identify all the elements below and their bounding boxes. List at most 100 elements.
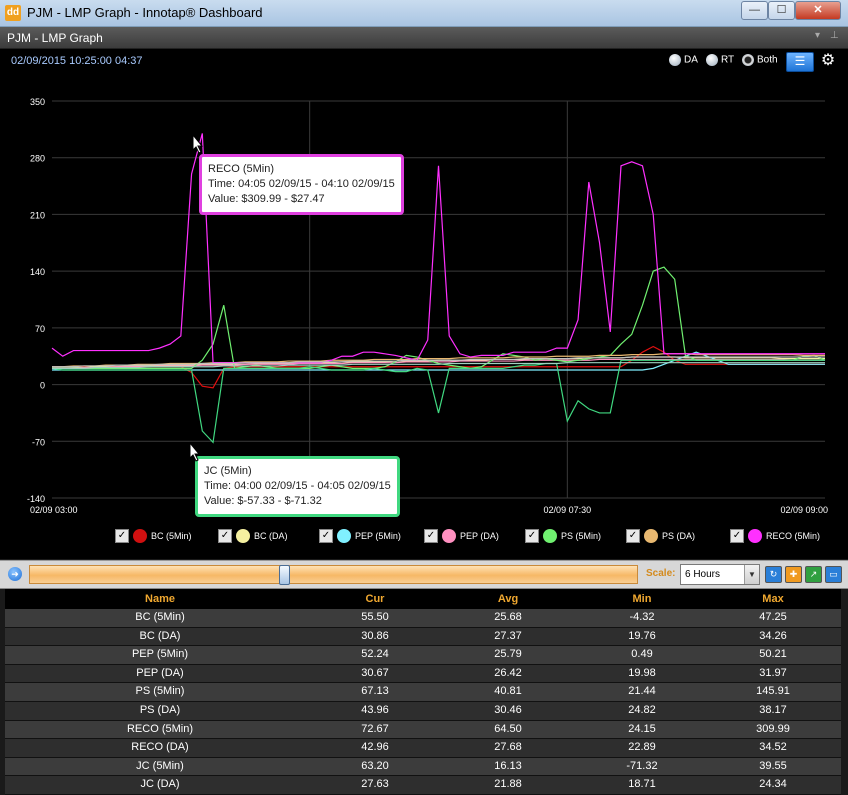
close-button[interactable]: ✕ xyxy=(795,1,841,20)
table-cell: -4.32 xyxy=(629,611,655,623)
legend-checkbox[interactable]: ✓ xyxy=(218,529,232,543)
timestamp-label: 02/09/2015 10:25:00 04:37 xyxy=(11,55,143,67)
table-cell: 145.91 xyxy=(756,685,790,698)
legend-item[interactable]: ✓ RECO (5Min) xyxy=(730,529,820,545)
column-header[interactable]: Avg xyxy=(443,593,573,605)
radio-da[interactable]: DA xyxy=(669,54,698,68)
legend-item[interactable]: ✓ PEP (DA) xyxy=(424,529,499,545)
y-tick-label: 70 xyxy=(35,324,45,334)
zoom-icon: ✚ xyxy=(789,569,798,579)
tooltip-jc: JC (5Min) Time: 04:00 02/09/15 - 04:05 0… xyxy=(195,456,400,517)
y-tick-label: 350 xyxy=(30,97,45,107)
table-row[interactable]: PS (DA) 43.96 30.46 24.82 38.17 xyxy=(5,701,841,721)
column-header[interactable]: Max xyxy=(705,593,841,605)
legend-item[interactable]: ✓ PS (DA) xyxy=(626,529,695,545)
x-tick-label: 02/09 03:00 xyxy=(30,505,78,515)
table-cell: 24.34 xyxy=(759,778,787,791)
table-cell: PEP (DA) xyxy=(136,666,184,679)
lmp-line-chart: 350 280 210 140 70 0 -70 -14002/09 03:00 02/09 0… xyxy=(27,97,828,515)
radio-both-dot[interactable] xyxy=(742,54,754,66)
zoom-button[interactable]: ✚ xyxy=(785,566,802,583)
table-row[interactable]: JC (DA) 27.63 21.88 18.71 24.34 xyxy=(5,776,841,795)
table-cell: 19.76 xyxy=(628,629,656,642)
legend-checkbox[interactable]: ✓ xyxy=(424,529,438,543)
table-cell: -71.32 xyxy=(626,759,658,772)
monitor-icon: ▭ xyxy=(829,569,838,579)
table-row[interactable]: BC (5Min) 55.50 25.68 -4.32 47.25 xyxy=(5,609,841,628)
column-header[interactable]: Cur xyxy=(305,593,445,605)
legend-checkbox[interactable]: ✓ xyxy=(730,529,744,543)
table-cell: 19.98 xyxy=(628,666,656,679)
table-cell: 64.50 xyxy=(494,722,522,735)
table-row[interactable]: BC (DA) 30.86 27.37 19.76 34.26 xyxy=(5,627,841,647)
legend-label: RECO (5Min) xyxy=(766,531,821,541)
tooltip-jc-time: Time: 04:00 02/09/15 - 04:05 02/09/15 xyxy=(204,480,391,492)
scale-label: Scale: xyxy=(646,568,676,579)
slider-handle[interactable] xyxy=(279,565,290,585)
legend-item[interactable]: ✓ PS (5Min) xyxy=(525,529,601,545)
tooltip-reco-time: Time: 04:05 02/09/15 - 04:10 02/09/15 xyxy=(208,178,395,190)
minimize-button[interactable]: — xyxy=(741,1,768,20)
table-row[interactable]: JC (5Min) 63.20 16.13 -71.32 39.55 xyxy=(5,757,841,777)
table-cell: 39.55 xyxy=(759,759,787,772)
panel-pin-icon[interactable]: ⊥ xyxy=(830,30,839,41)
legend-swatch xyxy=(337,529,351,543)
radio-da-dot[interactable] xyxy=(669,54,681,66)
legend-item[interactable]: ✓ PEP (5Min) xyxy=(319,529,401,545)
chevron-down-icon: ▼ xyxy=(744,565,759,584)
table-row[interactable]: PEP (5Min) 52.24 25.79 0.49 50.21 xyxy=(5,646,841,665)
radio-rt-label: RT xyxy=(721,54,735,66)
table-row[interactable]: RECO (DA) 42.96 27.68 22.89 34.52 xyxy=(5,739,841,758)
lmp-chart[interactable]: 350 280 210 140 70 0 -70 -140 02/09 03:00 02/09 0… xyxy=(0,73,848,523)
legend-swatch xyxy=(644,529,658,543)
summary-table: Name Cur Avg Min Max BC (5Min) 55.50 25.68 -4.32… xyxy=(5,589,841,795)
trend-button[interactable]: ↗ xyxy=(805,566,822,583)
chart-toolbar: 02/09/2015 10:25:00 04:37 DA RT Both ☰ ⚙ xyxy=(0,49,848,73)
legend-checkbox[interactable]: ✓ xyxy=(319,529,333,543)
table-cell: 38.17 xyxy=(759,703,787,716)
legend-item[interactable]: ✓ BC (DA) xyxy=(218,529,288,545)
refresh-button[interactable]: ↻ xyxy=(765,566,782,583)
list-view-button[interactable]: ☰ xyxy=(786,52,814,72)
settings-button[interactable]: ⚙ xyxy=(819,51,837,71)
radio-rt-dot[interactable] xyxy=(706,54,718,66)
legend-item[interactable]: ✓ BC (5Min) xyxy=(115,529,192,545)
table-cell: JC (DA) xyxy=(140,778,180,791)
table-cell: 21.44 xyxy=(628,685,656,698)
navigate-arrow-icon[interactable]: ➜ xyxy=(8,567,22,581)
table-cell: 16.13 xyxy=(494,759,522,772)
column-header[interactable]: Name xyxy=(5,593,315,605)
y-tick-label: 280 xyxy=(30,154,45,164)
table-row[interactable]: PEP (DA) 30.67 26.42 19.98 31.97 xyxy=(5,664,841,684)
time-navigator: ➜ Scale: 6 Hours ▼ ↻ ✚ ↗ ▭ xyxy=(0,560,848,589)
tooltip-reco: RECO (5Min) Time: 04:05 02/09/15 - 04:10… xyxy=(199,154,404,215)
panel-menu-icon[interactable]: ▾ xyxy=(815,30,820,41)
radio-both[interactable]: Both xyxy=(742,54,778,68)
table-cell: 67.13 xyxy=(361,685,389,698)
scale-dropdown[interactable]: 6 Hours ▼ xyxy=(680,564,760,585)
y-tick-label: 210 xyxy=(30,210,45,220)
chart-legend: ✓ BC (5Min) ✓ BC (DA) ✓ PEP (5Min) ✓ PEP (DA) ✓ P… xyxy=(0,523,848,559)
table-cell: 25.79 xyxy=(494,648,522,661)
maximize-button[interactable]: ☐ xyxy=(768,1,795,20)
column-header[interactable]: Min xyxy=(572,593,712,605)
legend-label: PS (DA) xyxy=(662,531,696,541)
legend-swatch xyxy=(748,529,762,543)
screen-button[interactable]: ▭ xyxy=(825,566,842,583)
scale-dropdown-value: 6 Hours xyxy=(685,569,721,580)
gear-icon: ⚙ xyxy=(820,52,836,69)
trend-icon: ↗ xyxy=(809,569,818,579)
radio-rt[interactable]: RT xyxy=(706,54,734,68)
legend-checkbox[interactable]: ✓ xyxy=(115,529,129,543)
table-cell: JC (5Min) xyxy=(136,759,184,772)
legend-checkbox[interactable]: ✓ xyxy=(626,529,640,543)
x-tick-label: 02/09 07:30 xyxy=(544,505,592,515)
legend-checkbox[interactable]: ✓ xyxy=(525,529,539,543)
table-row[interactable]: PS (5Min) 67.13 40.81 21.44 145.91 xyxy=(5,683,841,702)
table-cell: 0.49 xyxy=(631,648,653,661)
time-range-slider[interactable] xyxy=(29,565,638,585)
table-cell: 22.89 xyxy=(628,741,656,754)
table-cell: BC (5Min) xyxy=(135,611,185,623)
table-row[interactable]: RECO (5Min) 72.67 64.50 24.15 309.99 xyxy=(5,720,841,740)
table-cell: BC (DA) xyxy=(139,629,181,642)
